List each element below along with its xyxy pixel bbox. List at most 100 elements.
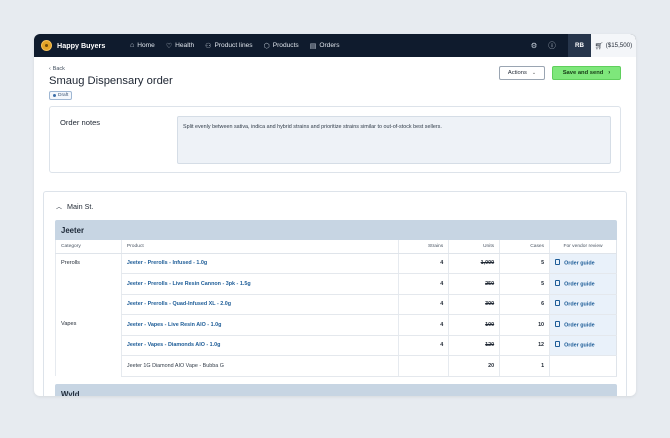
order-guide-link[interactable]: Order guide (549, 253, 617, 274)
units-cell: 300 (448, 294, 500, 315)
order-notes-label: Order notes (60, 118, 101, 127)
status-badge: Draft (49, 91, 73, 100)
home-icon: ⌂ (130, 42, 135, 49)
cases-cell: 12 (499, 335, 550, 356)
products-table: Category Product Strains Units Cases For… (55, 240, 617, 377)
order-guide-link[interactable]: Order guide (549, 273, 617, 295)
back-link[interactable]: ‹ Back (49, 66, 65, 72)
order-guide-label: Order guide (564, 321, 595, 328)
chevron-left-icon: ‹ (49, 66, 51, 72)
location-card: ︿ Main St. Jeeter Category Product Strai… (43, 191, 627, 396)
page-header: ‹ Back Smaug Dispensary order Draft Acti… (34, 57, 636, 107)
order-guide-label: Order guide (564, 280, 595, 287)
strains-cell: 4 (398, 335, 449, 356)
status-dot-icon (53, 94, 56, 97)
chevron-down-icon: ⌄ (531, 70, 537, 76)
actions-label: Actions (507, 70, 527, 76)
category-cell: Prerolls (55, 253, 122, 315)
category-cell: Vapes (55, 314, 122, 376)
strains-cell: 4 (398, 294, 449, 315)
order-notes-card: Order notes Split evenly between sativa,… (49, 106, 621, 173)
order-guide-link[interactable]: Order guide (549, 314, 617, 336)
col-units: Units (448, 240, 500, 254)
vendor-header: Wyld (55, 384, 617, 396)
save-label: Save and send (562, 70, 604, 76)
nav-item-label: Products (272, 42, 299, 49)
product-link[interactable]: Jeeter - Prerolls - Quad-Infused XL - 2.… (120, 294, 399, 315)
order-guide-link[interactable]: Order guide (549, 294, 617, 315)
units-cell: 20 (448, 355, 500, 377)
product-link[interactable]: Jeeter - Vapes - Diamonds AIO - 1.0g (120, 335, 399, 356)
save-and-send-button[interactable]: Save and send › (552, 66, 621, 80)
nav-item-label: Product lines (214, 42, 253, 49)
app-window: Happy Buyers ⌂ Home ♡ Health ⚇ Product l… (34, 34, 636, 396)
table-row: Jeeter 1G Diamond AIO Vape - Bubba G 20 … (56, 355, 617, 377)
vendor-header: Jeeter (55, 220, 617, 240)
strains-cell: 4 (398, 314, 449, 336)
brand-name: Happy Buyers (57, 41, 106, 50)
cases-cell: 1 (499, 355, 550, 377)
nav-item-label: Home (137, 42, 155, 49)
units-cell: 1,000 (448, 253, 500, 274)
document-icon (555, 300, 561, 307)
clipboard-icon: ▤ (309, 42, 317, 50)
product-name: Jeeter 1G Diamond AIO Vape - Bubba G (120, 355, 399, 377)
status-label: Draft (58, 93, 69, 98)
units-cell: 250 (448, 273, 500, 295)
chevron-up-icon: ︿ (56, 205, 63, 211)
back-label: Back (52, 66, 65, 72)
chevron-right-icon: › (608, 70, 611, 76)
units-cell: 100 (448, 314, 500, 336)
units-cell: 120 (448, 335, 500, 356)
nav-right: ⚙ ⓘ RB 🛒︎ ($15,500) (526, 34, 636, 57)
nav-item-health[interactable]: ♡ Health (166, 42, 194, 50)
table-row: Prerolls Jeeter - Prerolls - Infused - 1… (55, 253, 617, 315)
strains-cell (398, 355, 449, 377)
top-nav: Happy Buyers ⌂ Home ♡ Health ⚇ Product l… (34, 34, 636, 57)
table-row: Jeeter - Prerolls - Quad-Infused XL - 2.… (56, 294, 617, 315)
actions-button[interactable]: Actions ⌄ (499, 66, 545, 80)
nav-item-label: Orders (319, 42, 340, 49)
order-guide-label: Order guide (564, 301, 595, 308)
table-row: Vapes Jeeter - Vapes - Live Resin AIO - … (55, 314, 617, 376)
col-product: Product (120, 240, 399, 254)
strains-cell: 4 (398, 253, 449, 274)
document-icon (555, 341, 561, 348)
page-title: Smaug Dispensary order (49, 75, 173, 87)
nav-item-home[interactable]: ⌂ Home (130, 42, 155, 49)
cases-cell: 10 (499, 314, 550, 336)
product-link[interactable]: Jeeter - Prerolls - Live Resin Cannon - … (120, 273, 399, 295)
help-icon[interactable]: ⓘ (544, 40, 560, 51)
heart-icon: ♡ (165, 42, 173, 50)
nav-item-orders[interactable]: ▤ Orders (310, 42, 340, 50)
cart-total: ($15,500) (605, 42, 633, 49)
brand[interactable]: Happy Buyers (34, 40, 130, 51)
table-header-row: Category Product Strains Units Cases For… (55, 240, 617, 254)
col-vendor-review: For vendor review (549, 240, 617, 254)
table-row: Jeeter - Vapes - Diamonds AIO - 1.0g 4 1… (56, 335, 617, 356)
settings-icon[interactable]: ⚙ (526, 41, 542, 50)
document-icon (555, 279, 561, 286)
nav-item-label: Health (175, 42, 195, 49)
review-cell-empty (549, 355, 617, 377)
nav-item-product-lines[interactable]: ⚇ Product lines (205, 42, 252, 50)
order-guide-label: Order guide (564, 342, 595, 349)
col-strains: Strains (398, 240, 449, 254)
document-icon (555, 320, 561, 327)
order-guide-link[interactable]: Order guide (549, 335, 617, 356)
product-link[interactable]: Jeeter - Prerolls - Infused - 1.0g (120, 253, 399, 274)
group-icon: ⚇ (205, 42, 212, 50)
nav-item-products[interactable]: ⬡ Products (264, 42, 299, 50)
cart-icon: 🛒︎ (594, 42, 604, 50)
table-row: Jeeter - Prerolls - Live Resin Cannon - … (56, 273, 617, 295)
avatar[interactable]: RB (568, 34, 591, 57)
location-toggle[interactable]: ︿ Main St. (56, 202, 93, 211)
product-link[interactable]: Jeeter - Vapes - Live Resin AIO - 1.0g (120, 314, 399, 336)
location-name: Main St. (67, 202, 94, 211)
strains-cell: 4 (398, 273, 449, 295)
cases-cell: 5 (499, 273, 550, 295)
order-notes-textarea[interactable]: Split evenly between sativa, indica and … (177, 116, 611, 164)
cart-button[interactable]: 🛒︎ ($15,500) (591, 34, 636, 57)
col-category: Category (55, 240, 122, 254)
order-guide-label: Order guide (564, 260, 595, 267)
